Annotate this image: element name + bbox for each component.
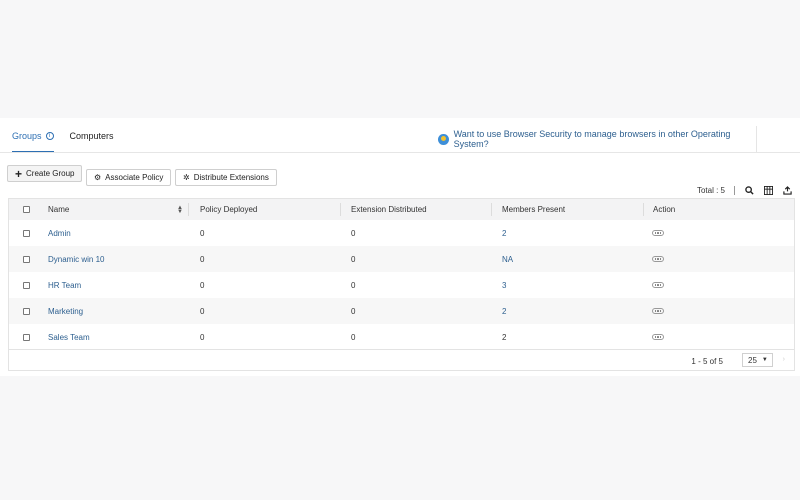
- table-row: Dynamic win 10 0 0 NA: [9, 246, 794, 272]
- distribute-extensions-button[interactable]: ✲ Distribute Extensions: [175, 169, 277, 186]
- header-policy-deployed: Policy Deployed: [200, 205, 258, 214]
- tab-groups[interactable]: Groups i: [12, 131, 54, 153]
- groups-table: Name ▲ ▼ Policy Deployed Extension Distri…: [8, 198, 795, 371]
- table-row: HR Team 0 0 3: [9, 272, 794, 298]
- members-present-link[interactable]: 2: [502, 307, 506, 316]
- members-present-link[interactable]: 3: [502, 281, 506, 290]
- header-members-present: Members Present: [502, 205, 566, 214]
- column-divider: [340, 203, 341, 216]
- header-extension-distributed: Extension Distributed: [351, 205, 427, 214]
- table-toolbar: Total : 5: [697, 185, 792, 195]
- tab-groups-label: Groups: [12, 131, 42, 141]
- page-size-value: 25: [748, 355, 757, 365]
- chevron-down-icon: ▼: [761, 357, 768, 363]
- row-checkbox[interactable]: [23, 281, 30, 289]
- policy-deployed-value: 0: [200, 280, 205, 290]
- plus-icon: +: [15, 166, 23, 181]
- header-action: Action: [653, 205, 676, 214]
- tab-computers[interactable]: Computers: [70, 131, 114, 153]
- header-name[interactable]: Name: [48, 205, 69, 214]
- more-actions-icon[interactable]: [652, 230, 664, 236]
- column-divider: [188, 203, 189, 216]
- policy-deployed-value: 0: [200, 332, 205, 342]
- associate-policy-button[interactable]: ⚙ Associate Policy: [86, 169, 172, 186]
- group-name-link[interactable]: Marketing: [48, 307, 83, 316]
- export-icon[interactable]: [782, 185, 792, 195]
- browser-security-promo-link[interactable]: Want to use Browser Security to manage b…: [432, 126, 757, 152]
- pagination-range: 1 - 5 of 5: [691, 357, 723, 366]
- total-count: Total : 5: [696, 185, 725, 195]
- more-actions-icon[interactable]: [652, 334, 664, 340]
- extension-distributed-value: 0: [351, 280, 356, 290]
- column-settings-icon[interactable]: [763, 185, 773, 195]
- policy-deployed-value: 0: [200, 254, 205, 264]
- policy-deployed-value: 0: [200, 306, 205, 316]
- tabs-divider: [0, 152, 800, 153]
- group-name-link[interactable]: Admin: [48, 229, 71, 238]
- extension-icon: ✲: [183, 173, 190, 182]
- row-checkbox[interactable]: [23, 307, 30, 315]
- members-present-link[interactable]: 2: [502, 229, 506, 238]
- extension-distributed-value: 0: [351, 254, 356, 264]
- more-actions-icon[interactable]: [652, 308, 664, 314]
- toolbar-divider: [734, 185, 735, 195]
- group-name-link[interactable]: Sales Team: [48, 333, 90, 342]
- select-all-checkbox[interactable]: [23, 206, 30, 213]
- table-footer: 1 - 5 of 5 25 ▼ ›: [9, 349, 794, 371]
- next-page-icon[interactable]: ›: [783, 356, 785, 363]
- column-divider: [491, 203, 492, 216]
- search-icon[interactable]: [744, 185, 754, 195]
- promo-text: Want to use Browser Security to manage b…: [453, 129, 731, 149]
- members-present-link[interactable]: NA: [502, 255, 513, 264]
- associate-policy-label: Associate Policy: [105, 173, 164, 182]
- table-row: Marketing 0 0 2: [9, 298, 794, 324]
- distribute-extensions-label: Distribute Extensions: [193, 173, 269, 182]
- group-name-link[interactable]: HR Team: [48, 281, 81, 290]
- group-name-link[interactable]: Dynamic win 10: [48, 255, 104, 264]
- more-actions-icon[interactable]: [652, 256, 664, 262]
- policy-icon: ⚙: [94, 173, 102, 182]
- extension-distributed-value: 0: [351, 306, 356, 316]
- sort-icon[interactable]: ▲ ▼: [177, 205, 183, 215]
- page-size-select[interactable]: 25 ▼: [742, 353, 773, 367]
- lightbulb-icon: [438, 133, 449, 145]
- policy-deployed-value: 0: [200, 228, 205, 238]
- extension-distributed-value: 0: [351, 332, 356, 342]
- extension-distributed-value: 0: [351, 228, 356, 238]
- create-group-button[interactable]: + Create Group: [7, 165, 83, 182]
- table-row: Sales Team 0 0 2: [9, 324, 794, 350]
- members-present-value: 2: [502, 332, 507, 342]
- row-checkbox[interactable]: [23, 229, 30, 237]
- table-header: Name ▲ ▼ Policy Deployed Extension Distri…: [9, 199, 794, 220]
- column-divider: [643, 203, 644, 216]
- create-group-label: Create Group: [26, 169, 75, 178]
- row-checkbox[interactable]: [23, 333, 30, 341]
- row-checkbox[interactable]: [23, 255, 30, 263]
- tab-bar: Groups i Computers: [12, 131, 130, 153]
- tab-computers-label: Computers: [69, 131, 114, 141]
- more-actions-icon[interactable]: [652, 282, 664, 288]
- info-icon[interactable]: i: [45, 132, 54, 140]
- table-row: Admin 0 0 2: [9, 220, 794, 246]
